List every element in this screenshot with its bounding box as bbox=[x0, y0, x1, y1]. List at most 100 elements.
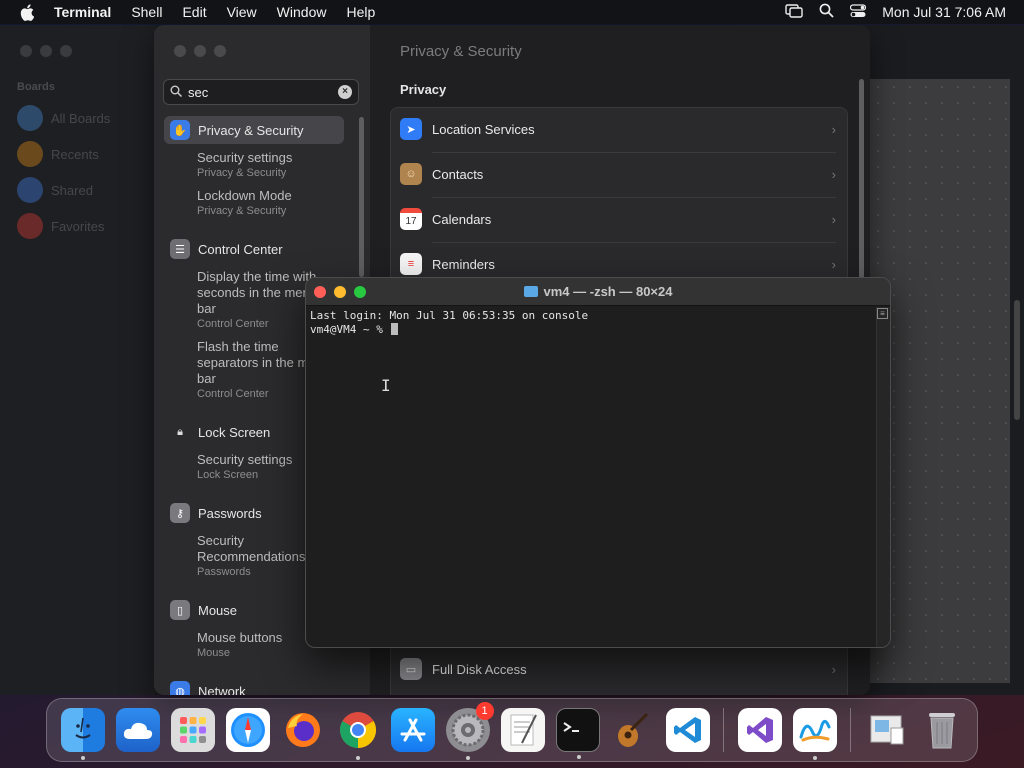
ibeam-cursor-icon: I bbox=[381, 376, 391, 395]
row-label: Reminders bbox=[432, 256, 495, 272]
mouse-icon: ▯ bbox=[170, 600, 190, 620]
sidebar-item-label: Privacy & Security bbox=[198, 122, 304, 138]
menu-edit[interactable]: Edit bbox=[172, 4, 216, 20]
control-center-icon[interactable] bbox=[850, 3, 867, 21]
menu-window[interactable]: Window bbox=[267, 4, 337, 20]
bg-minimize-icon bbox=[40, 45, 52, 57]
board-label: All Boards bbox=[51, 110, 111, 126]
cloud-icon[interactable] bbox=[115, 708, 160, 752]
sidebar-item-label: Lock Screen bbox=[198, 424, 271, 440]
sidebar-item-network[interactable]: ◍ Network bbox=[170, 681, 246, 695]
board-label: Recents bbox=[51, 146, 99, 162]
shell-prompt: vm4@VM4 ~ % bbox=[310, 323, 390, 336]
guitar-icon[interactable] bbox=[611, 708, 655, 752]
sidebar-item-privacy-security[interactable]: ✋ Privacy & Security bbox=[170, 120, 303, 140]
close-button[interactable] bbox=[314, 286, 326, 298]
background-traffic-lights bbox=[20, 45, 72, 57]
people-icon bbox=[17, 177, 43, 203]
bg-zoom-icon bbox=[60, 45, 72, 57]
settings-zoom-button[interactable] bbox=[214, 45, 226, 57]
terminal-prompt-line[interactable]: vm4@VM4 ~ % bbox=[310, 323, 886, 337]
result-title: Security settings bbox=[197, 150, 293, 165]
row-label: Location Services bbox=[432, 121, 535, 137]
terminal-window[interactable]: vm4 — -zsh — 80×24 Last login: Mon Jul 3… bbox=[305, 277, 891, 648]
disk-icon: ▭ bbox=[400, 658, 422, 680]
minimize-button[interactable] bbox=[334, 286, 346, 298]
zoom-button[interactable] bbox=[354, 286, 366, 298]
menu-bar: Terminal Shell Edit View Window Help Mon… bbox=[0, 0, 1024, 24]
menu-view[interactable]: View bbox=[217, 4, 267, 20]
settings-close-button[interactable] bbox=[174, 45, 186, 57]
apple-menu-icon[interactable] bbox=[0, 3, 54, 21]
menubar-clock[interactable]: Mon Jul 31 7:06 AM bbox=[882, 4, 1006, 20]
board-item-favorites[interactable]: Favorites bbox=[17, 213, 104, 239]
settings-minimize-button[interactable] bbox=[194, 45, 206, 57]
dock: 1 bbox=[46, 698, 978, 762]
result-subtitle: Privacy & Security bbox=[197, 205, 287, 217]
privacy-row-location-services[interactable]: ➤ Location Services › bbox=[400, 107, 840, 151]
canvas-scrollbar[interactable] bbox=[1014, 300, 1020, 420]
preview-icon[interactable] bbox=[865, 708, 909, 752]
chevron-right-icon: › bbox=[831, 211, 836, 227]
freeform-icon[interactable] bbox=[792, 708, 837, 760]
firefox-icon[interactable] bbox=[281, 708, 325, 752]
finder-icon[interactable] bbox=[60, 708, 105, 760]
chevron-right-icon: › bbox=[831, 661, 836, 677]
row-label: Calendars bbox=[432, 211, 492, 227]
menu-shell[interactable]: Shell bbox=[121, 4, 172, 20]
lock-icon: 🔒︎ bbox=[170, 422, 190, 442]
settings-gear-icon[interactable]: 1 bbox=[445, 702, 494, 760]
chrome-icon[interactable] bbox=[336, 708, 380, 760]
launchpad-icon[interactable] bbox=[170, 708, 215, 752]
hand-icon: ✋ bbox=[170, 120, 190, 140]
terminal-titlebar[interactable]: vm4 — -zsh — 80×24 bbox=[306, 278, 890, 306]
globe-icon: ◍ bbox=[170, 681, 190, 695]
main-scrollbar[interactable] bbox=[859, 79, 864, 279]
running-indicator bbox=[465, 756, 470, 760]
page-title: Privacy & Security bbox=[400, 43, 522, 60]
sidebar-item-label: Control Center bbox=[198, 241, 283, 257]
sidebar-item-mouse[interactable]: ▯ Mouse bbox=[170, 600, 237, 620]
section-title: Privacy bbox=[400, 82, 447, 97]
clear-search-icon[interactable]: × bbox=[338, 85, 352, 99]
sidebar-scrollbar[interactable] bbox=[359, 117, 364, 277]
board-label: Favorites bbox=[51, 218, 105, 234]
running-indicator bbox=[576, 755, 581, 759]
settings-search-field[interactable]: sec × bbox=[163, 79, 359, 105]
board-item-shared[interactable]: Shared bbox=[17, 177, 93, 203]
trash-icon[interactable] bbox=[920, 708, 964, 752]
split-pane-icon[interactable]: ≡ bbox=[877, 308, 888, 319]
screen-mirroring-icon[interactable] bbox=[785, 3, 803, 21]
terminal-icon[interactable] bbox=[555, 708, 600, 759]
search-result-security-settings[interactable]: Security settings Privacy & Security bbox=[197, 150, 337, 180]
search-result-lockdown-mode[interactable]: Lockdown Mode Privacy & Security bbox=[197, 188, 337, 218]
menu-app-name[interactable]: Terminal bbox=[54, 4, 121, 20]
privacy-row-calendars[interactable]: 17 Calendars › bbox=[400, 197, 840, 241]
terminal-output[interactable]: Last login: Mon Jul 31 06:53:35 on conso… bbox=[306, 306, 890, 340]
sidebar-item-label: Network bbox=[198, 683, 246, 696]
sidebar-item-lock-screen[interactable]: 🔒︎ Lock Screen bbox=[170, 422, 270, 442]
board-item-all[interactable]: All Boards bbox=[17, 105, 110, 131]
freeform-canvas[interactable] bbox=[870, 79, 1010, 683]
sidebar-item-passwords[interactable]: ⚷ Passwords bbox=[170, 503, 262, 523]
terminal-scrollbar[interactable] bbox=[876, 307, 890, 647]
privacy-row-full-disk-access[interactable]: ▭ Full Disk Access › bbox=[400, 647, 840, 691]
privacy-row-contacts[interactable]: ☺ Contacts › bbox=[400, 152, 840, 196]
visualstudio-icon[interactable] bbox=[737, 708, 782, 752]
safari-icon[interactable] bbox=[225, 708, 270, 752]
notification-badge: 1 bbox=[475, 702, 494, 720]
appstore-icon[interactable] bbox=[390, 708, 435, 752]
calendar-icon: 17 bbox=[400, 208, 422, 230]
menu-help[interactable]: Help bbox=[336, 4, 385, 20]
toggles-icon: ☰ bbox=[170, 239, 190, 259]
terminal-title: vm4 — -zsh — 80×24 bbox=[523, 284, 672, 299]
background-sidebar: Boards All Boards Recents Shared Favorit… bbox=[0, 25, 155, 695]
chevron-right-icon: › bbox=[831, 256, 836, 272]
textedit-icon[interactable] bbox=[500, 708, 545, 752]
sidebar-item-control-center[interactable]: ☰ Control Center bbox=[170, 239, 283, 259]
search-input[interactable]: sec bbox=[184, 85, 338, 100]
spotlight-search-icon[interactable] bbox=[819, 3, 834, 21]
board-item-recents[interactable]: Recents bbox=[17, 141, 99, 167]
search-icon bbox=[170, 85, 184, 100]
vscode-icon[interactable] bbox=[665, 708, 710, 752]
